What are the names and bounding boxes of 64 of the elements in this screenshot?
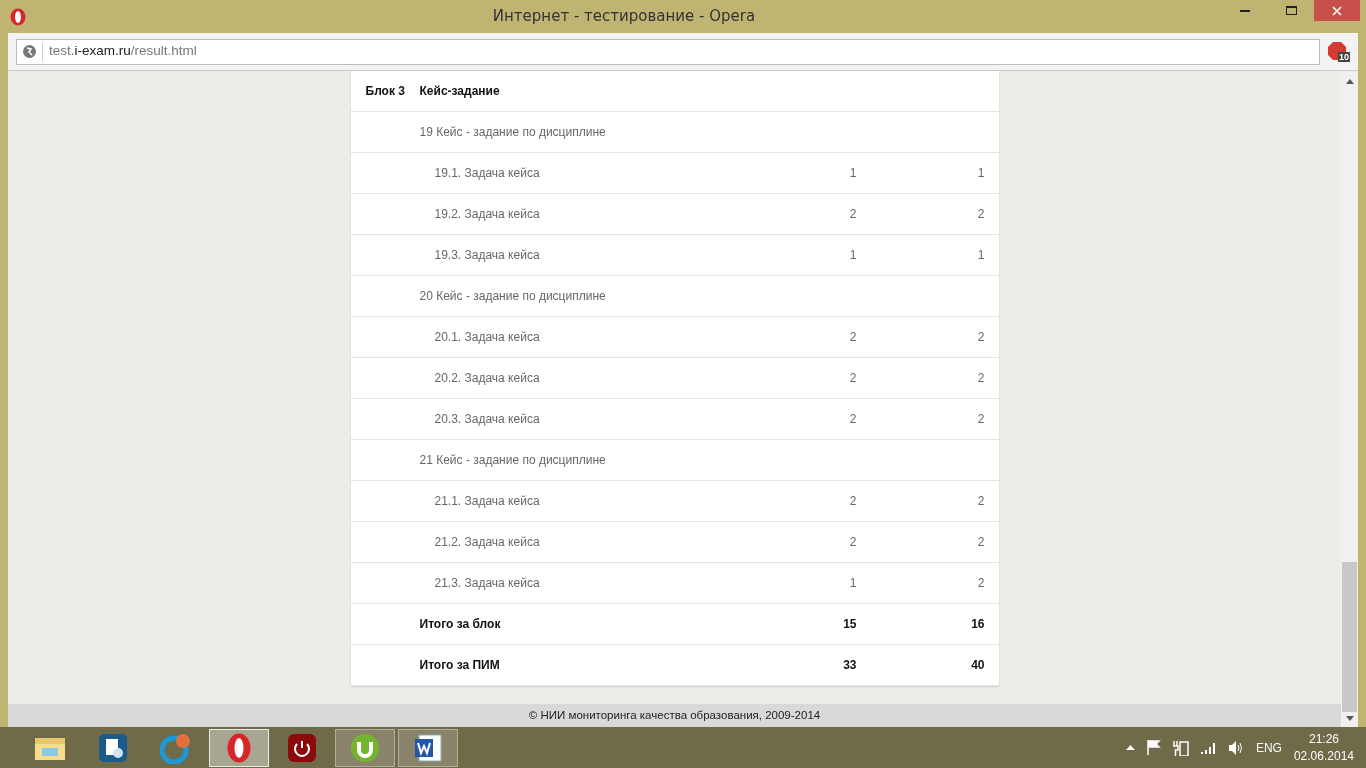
- score-value: 2: [849, 494, 857, 508]
- score-value: 1: [849, 166, 857, 180]
- window-title: Интернет - тестирование - Opera: [491, 6, 757, 28]
- case-title: 21 Кейс - задание по дисциплине: [419, 453, 606, 467]
- task-name: 20.1. Задача кейса: [434, 330, 540, 344]
- task-name: 20.3. Задача кейса: [434, 412, 540, 426]
- task-name: 19.1. Задача кейса: [434, 166, 540, 180]
- task-name: 20.2. Задача кейса: [434, 371, 540, 385]
- score-value: 33: [843, 658, 857, 672]
- taskbar-app-button[interactable]: [398, 728, 458, 767]
- max-score-value: 2: [977, 412, 985, 426]
- score-value: 2: [849, 330, 857, 344]
- scrollbar-thumb[interactable]: [1342, 562, 1357, 712]
- max-score-value: 2: [977, 535, 985, 549]
- task-name: 21.1. Задача кейса: [434, 494, 540, 508]
- signal-icon[interactable]: [1200, 741, 1217, 754]
- max-score-value: 2: [977, 494, 985, 508]
- scroll-down-arrow-icon[interactable]: [1345, 716, 1354, 721]
- max-score-value: 2: [977, 207, 985, 221]
- speaker-icon[interactable]: [1228, 740, 1244, 755]
- max-score-value: 2: [977, 371, 985, 385]
- section-title: Кейс-задание: [419, 84, 500, 98]
- score-value: 1: [849, 248, 857, 262]
- max-score-value: 2: [977, 576, 985, 590]
- score-value: 2: [849, 535, 857, 549]
- taskbar-app-button[interactable]: [209, 728, 269, 767]
- case-title: 19 Кейс - задание по дисциплине: [419, 125, 606, 139]
- close-icon: [1332, 5, 1342, 16]
- task-name: 19.3. Задача кейса: [434, 248, 540, 262]
- score-value: 1: [849, 576, 857, 590]
- task-name: 19.2. Задача кейса: [434, 207, 540, 221]
- chevron-up-icon[interactable]: [1125, 745, 1135, 750]
- scrollbar[interactable]: [1341, 71, 1358, 727]
- opera-logo-icon: [227, 732, 251, 763]
- task-name: 21.2. Задача кейса: [434, 535, 540, 549]
- block-label: Блок 3: [365, 84, 405, 98]
- maximize-icon: [1285, 6, 1297, 15]
- score-value: 2: [849, 371, 857, 385]
- task-name: 21.3. Задача кейса: [434, 576, 540, 590]
- clock[interactable]: 21:26 02.06.2014: [1293, 730, 1354, 765]
- word-icon: [413, 732, 443, 763]
- max-score-value: 1: [977, 166, 985, 180]
- max-score-value: 1: [977, 248, 985, 262]
- score-value: 2: [849, 412, 857, 426]
- battery-icon[interactable]: [1172, 739, 1189, 756]
- total-label: Итого за блок: [419, 617, 501, 631]
- taskbar-app-button[interactable]: [335, 728, 395, 767]
- score-value: 2: [849, 207, 857, 221]
- total-label: Итого за ПИМ: [419, 658, 500, 672]
- score-value: 15: [843, 617, 857, 631]
- language-indicator[interactable]: ENG: [1255, 738, 1282, 757]
- address-field[interactable]: test.i-exam.ru/result.html: [16, 38, 1320, 65]
- max-score-value: 16: [971, 617, 985, 631]
- scroll-up-arrow-icon[interactable]: [1345, 79, 1354, 84]
- max-score-value: 2: [977, 330, 985, 344]
- minimize-icon: [1240, 9, 1250, 12]
- torrent-icon: [350, 732, 380, 763]
- case-title: 20 Кейс - задание по дисциплине: [419, 289, 606, 303]
- globe-icon: [23, 45, 36, 58]
- opera-logo-icon[interactable]: [10, 7, 26, 26]
- footer-copyright: © НИИ мониторинга качества образования, 2009-2014: [8, 704, 1341, 727]
- flag-icon[interactable]: [1146, 740, 1161, 755]
- power-icon: [288, 733, 316, 762]
- max-score-value: 40: [971, 658, 985, 672]
